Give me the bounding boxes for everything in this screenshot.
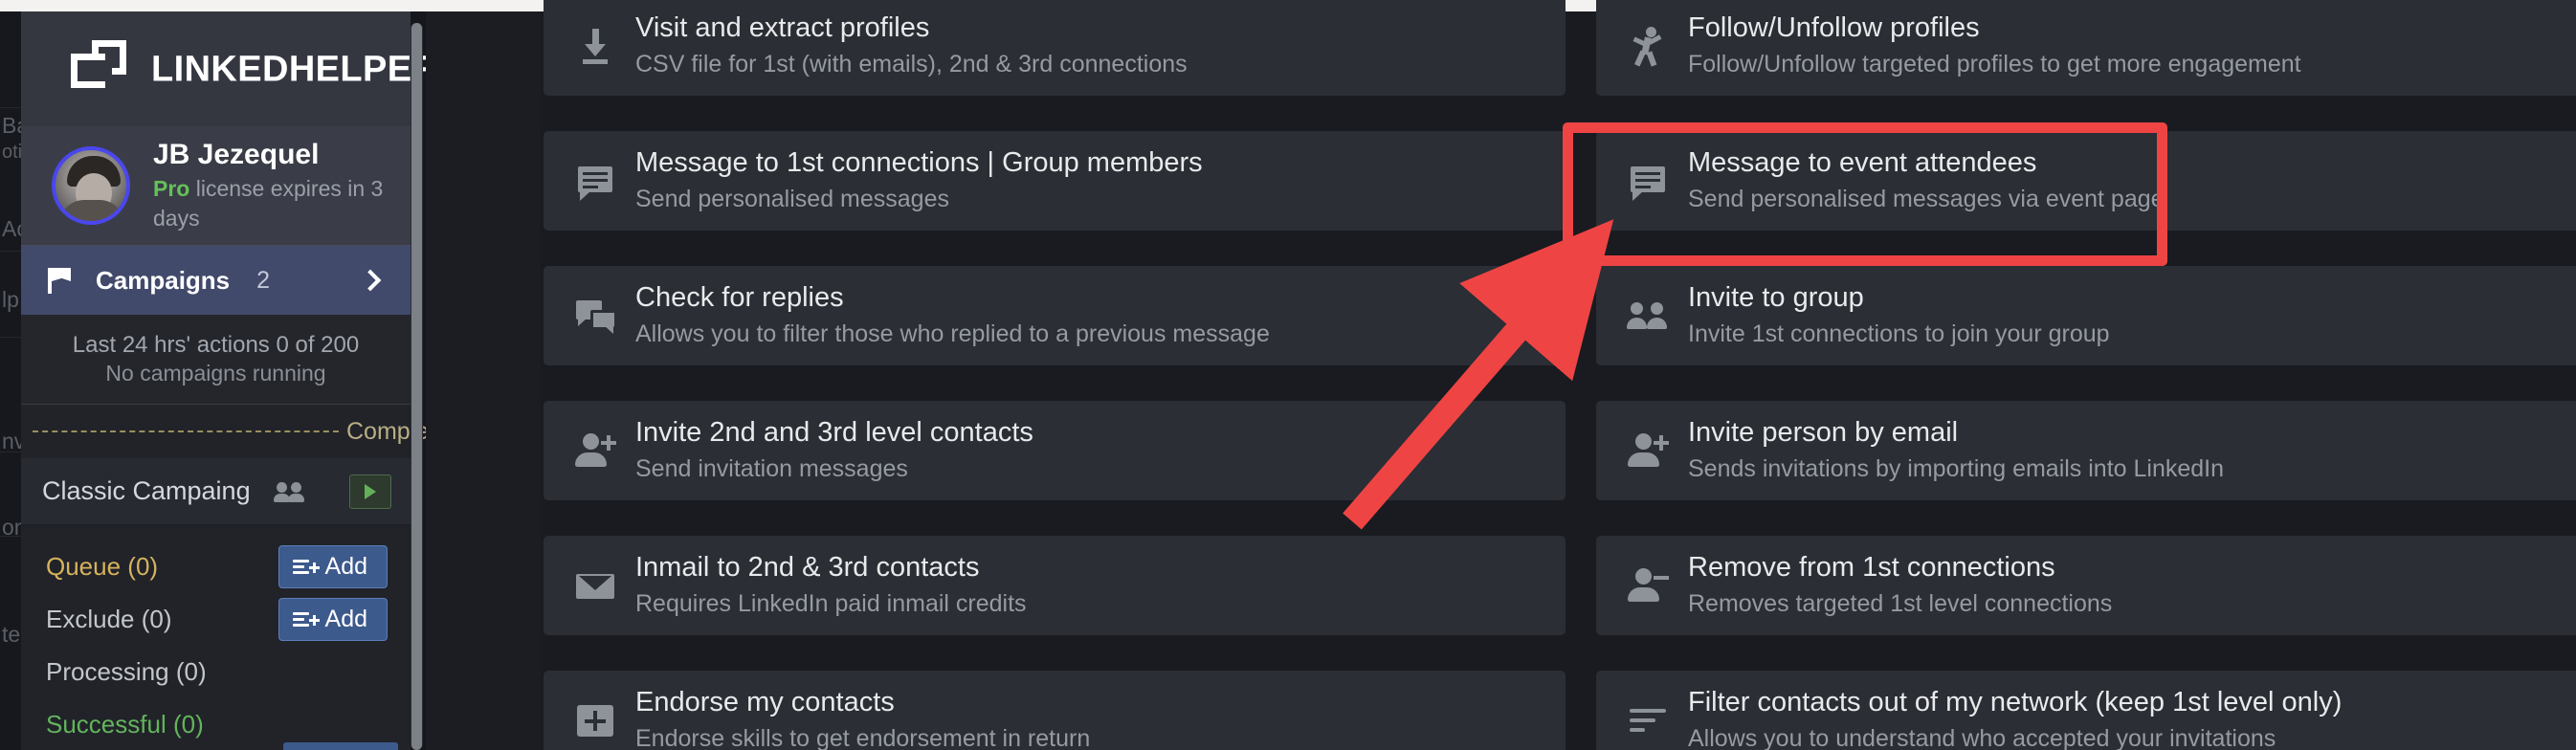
license-status: Pro license expires in 3 days <box>153 174 411 233</box>
people-icon <box>273 481 306 502</box>
status-label: Processing (0) <box>46 657 207 687</box>
card-subtitle: Allows you to understand who accepted yo… <box>1688 725 2276 750</box>
status-row-processing[interactable]: Processing (0) <box>21 646 411 698</box>
card-title: Invite to group <box>1688 282 1864 313</box>
panel-scrollbar-thumb[interactable] <box>411 23 422 750</box>
chevron-right-icon[interactable] <box>359 269 382 292</box>
status-row-queue[interactable]: Queue (0) Add <box>21 540 411 593</box>
user-profile-block[interactable]: JB Jezequel Pro license expires in 3 day… <box>21 126 411 246</box>
main-content: Visit and extract profiles CSV file for … <box>426 0 2576 750</box>
add-button-label: Add <box>324 606 367 633</box>
card-message-to-1st-connections[interactable]: Message to 1st connections | Group membe… <box>544 131 1566 231</box>
card-invite-to-group[interactable]: Invite to group Invite 1st connections t… <box>1596 266 2576 365</box>
pro-badge: Pro <box>153 176 190 202</box>
campaigns-label: Campaigns <box>96 265 231 295</box>
message-icon <box>570 156 620 206</box>
completed-divider: Completed <box>21 405 462 459</box>
status-label: Exclude (0) <box>46 605 172 634</box>
right-column: Follow/Unfollow profiles Follow/Unfollow… <box>1596 0 2576 750</box>
status-label: Queue (0) <box>46 552 159 582</box>
left-gutter <box>426 11 541 750</box>
list-add-icon <box>292 559 320 576</box>
list-add-icon <box>292 611 320 629</box>
add-to-exclude-button[interactable]: Add <box>278 598 388 642</box>
running-person-icon <box>1623 21 1673 71</box>
message-icon <box>1623 156 1673 206</box>
card-remove-from-1st-connections[interactable]: Remove from 1st connections Removes targ… <box>1596 536 2576 635</box>
card-subtitle: Removes targeted 1st level connections <box>1688 590 2113 618</box>
linkedhelper-panel: LINKEDHELPER2 JB Jezequel Pro license ex… <box>21 11 462 750</box>
campaign-status-list: Queue (0) Add Exclude (0) Add Processing… <box>21 525 411 750</box>
ghost-label: lp <box>2 287 19 312</box>
card-filter-contacts-out-of-network[interactable]: Filter contacts out of my network (keep … <box>1596 671 2576 750</box>
card-title: Endorse my contacts <box>635 687 895 717</box>
card-message-to-event-attendees[interactable]: Message to event attendees Send personal… <box>1596 131 2576 231</box>
profile-name: JB Jezequel <box>153 138 320 170</box>
card-invite-person-by-email[interactable]: Invite person by email Sends invitations… <box>1596 401 2576 500</box>
filter-icon <box>1623 695 1673 745</box>
card-subtitle: Invite 1st connections to join your grou… <box>1688 320 2110 348</box>
left-column: Visit and extract profiles CSV file for … <box>544 0 1566 750</box>
card-check-for-replies[interactable]: Check for replies Allows you to filter t… <box>544 266 1566 365</box>
card-title: Visit and extract profiles <box>635 12 930 43</box>
flag-icon <box>46 266 75 295</box>
card-title: Invite person by email <box>1688 417 1959 448</box>
ghost-label: te <box>2 622 21 647</box>
envelope-icon <box>570 561 620 610</box>
card-inmail-to-2nd-3rd-contacts[interactable]: Inmail to 2nd & 3rd contacts Requires Li… <box>544 536 1566 635</box>
card-endorse-my-contacts[interactable]: Endorse my contacts Endorse skills to ge… <box>544 671 1566 750</box>
divider-dashes <box>33 430 339 433</box>
card-invite-2nd-3rd-contacts[interactable]: Invite 2nd and 3rd level contacts Send i… <box>544 401 1566 500</box>
card-subtitle: Send personalised messages <box>635 186 949 213</box>
card-title: Message to event attendees <box>1688 147 2037 178</box>
card-title: Check for replies <box>635 282 844 313</box>
avatar <box>52 146 130 225</box>
profile-text: JB Jezequel Pro license expires in 3 day… <box>153 138 411 233</box>
panel-scrollbar[interactable] <box>411 23 423 750</box>
person-remove-icon <box>1623 561 1673 610</box>
linkedhelper-logo-icon <box>71 40 130 98</box>
run-campaign-button[interactable] <box>349 474 391 509</box>
screen-root: Ba otis Acc lp nv on te LINKEDHELPER2 JB… <box>0 0 2576 750</box>
sidebar-item-campaigns[interactable]: Campaigns 2 <box>21 246 411 315</box>
add-button-label: Add <box>324 553 367 581</box>
card-title: Inmail to 2nd & 3rd contacts <box>635 552 980 583</box>
status-row-exclude[interactable]: Exclude (0) Add <box>21 593 411 646</box>
campaigns-count-badge: 2 <box>256 266 271 294</box>
card-title: Follow/Unfollow profiles <box>1688 12 1980 43</box>
card-title: Invite 2nd and 3rd level contacts <box>635 417 1033 448</box>
actions-count-text: Last 24 hrs' actions 0 of 200 <box>72 332 360 358</box>
logo-text-label: LINKEDHELPER <box>151 49 439 90</box>
panel-header: LINKEDHELPER2 <box>21 11 456 126</box>
person-add-icon <box>570 426 620 475</box>
action-cards-grid: Visit and extract profiles CSV file for … <box>544 0 2576 750</box>
card-subtitle: Send invitation messages <box>635 455 908 483</box>
campaign-row[interactable]: Classic Campaing <box>21 458 411 526</box>
card-subtitle: Endorse skills to get endorsement in ret… <box>635 725 1091 750</box>
campaign-name: Classic Campaing <box>42 476 251 506</box>
group-icon <box>1623 291 1673 341</box>
card-subtitle: Requires LinkedIn paid inmail credits <box>635 590 1027 618</box>
play-icon <box>365 483 376 499</box>
card-subtitle: Allows you to filter those who replied t… <box>635 320 1270 348</box>
actions-stats: Last 24 hrs' actions 0 of 200 No campaig… <box>21 315 411 406</box>
add-to-queue-button[interactable]: Add <box>278 545 388 589</box>
card-subtitle: Send personalised messages via event pag… <box>1688 186 2165 213</box>
card-follow-unfollow-profiles[interactable]: Follow/Unfollow profiles Follow/Unfollow… <box>1596 0 2576 96</box>
card-title: Filter contacts out of my network (keep … <box>1688 687 2343 717</box>
reply-message-icon <box>570 291 620 341</box>
plus-box-icon <box>570 695 620 745</box>
status-label: Successful (0) <box>46 710 204 739</box>
partial-button-bottom[interactable] <box>283 742 398 750</box>
card-subtitle: Sends invitations by importing emails in… <box>1688 455 2225 483</box>
card-visit-and-extract-profiles[interactable]: Visit and extract profiles CSV file for … <box>544 0 1566 96</box>
download-icon <box>570 21 620 71</box>
running-campaigns-text: No campaigns running <box>105 361 326 386</box>
person-add-icon <box>1623 426 1673 475</box>
card-title: Remove from 1st connections <box>1688 552 2055 583</box>
card-subtitle: CSV file for 1st (with emails), 2nd & 3r… <box>635 51 1188 78</box>
card-title: Message to 1st connections | Group membe… <box>635 147 1203 178</box>
card-subtitle: Follow/Unfollow targeted profiles to get… <box>1688 51 2301 78</box>
